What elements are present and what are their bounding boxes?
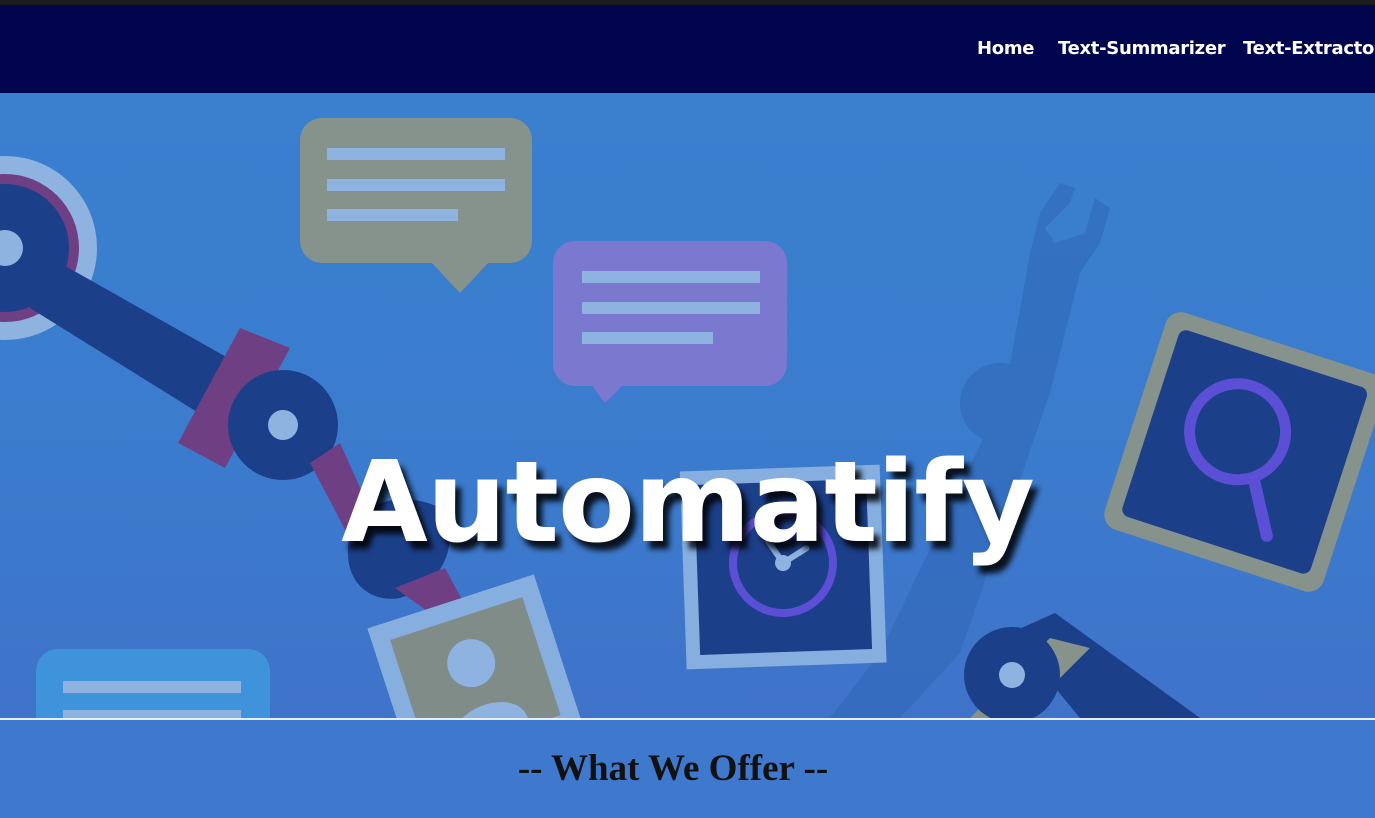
chat-bubble-icon xyxy=(553,241,787,403)
robot-arm-icon xyxy=(964,613,1200,718)
nav-text-extractor[interactable]: Text-Extractor xyxy=(1243,38,1375,59)
hero-title: Automatify xyxy=(341,438,1035,568)
hero-illustration xyxy=(0,118,1375,718)
nav-text-summarizer[interactable]: Text-Summarizer xyxy=(1058,38,1226,59)
offer-section: -- What We Offer -- xyxy=(0,720,1375,818)
nav-home[interactable]: Home xyxy=(977,38,1035,59)
offer-heading: -- What We Offer -- xyxy=(517,748,829,789)
hero-banner: Automatify xyxy=(0,93,1375,718)
navbar: Home Text-Summarizer Text-Extractor xyxy=(0,5,1375,93)
chat-bubble-icon xyxy=(36,649,270,718)
chat-bubble-icon xyxy=(300,118,532,293)
